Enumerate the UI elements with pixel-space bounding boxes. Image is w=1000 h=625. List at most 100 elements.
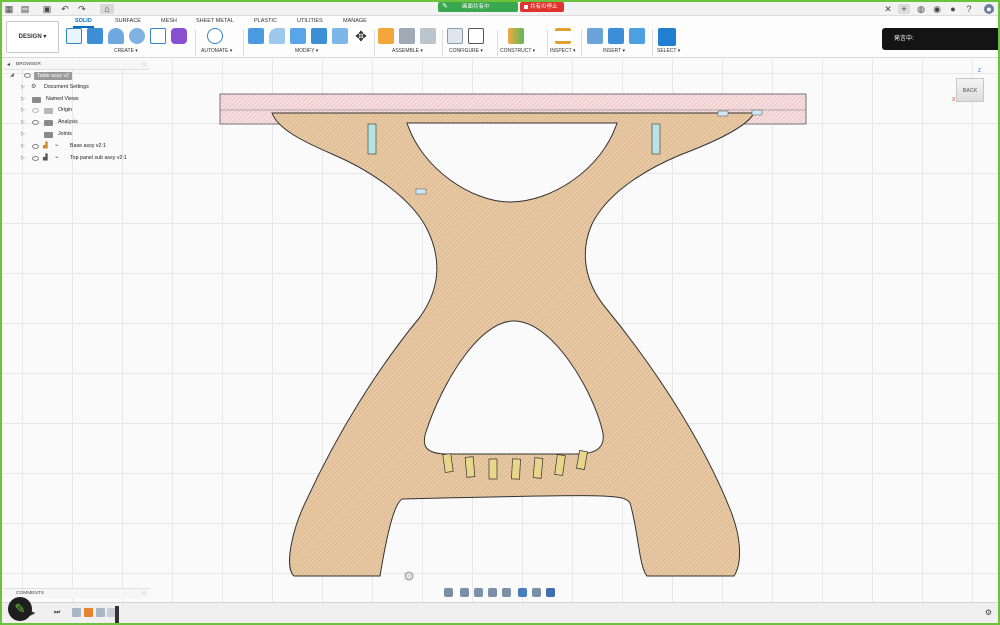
viewports-icon[interactable]	[546, 588, 555, 597]
tab-sheet-metal[interactable]: SHEET METAL	[196, 18, 234, 24]
pencil-icon[interactable]: ✎	[8, 597, 32, 621]
table-icon[interactable]	[468, 28, 484, 44]
eye-icon[interactable]	[32, 108, 39, 114]
gear-icon[interactable]: ◌	[142, 60, 146, 70]
tab-utilities[interactable]: UTILITIES	[297, 18, 323, 24]
eye-icon[interactable]	[32, 155, 39, 161]
joint-icon[interactable]	[399, 28, 415, 44]
assemble-menu[interactable]: ASSEMBLE ▾	[392, 48, 423, 54]
joint-marker[interactable]	[415, 188, 427, 195]
combine-icon[interactable]	[332, 28, 348, 44]
grid-icon[interactable]: ▦	[4, 4, 14, 14]
dowel[interactable]	[367, 123, 377, 155]
expand-icon[interactable]: ▷	[21, 117, 25, 129]
hole-icon[interactable]	[129, 28, 145, 44]
joint-marker[interactable]	[751, 109, 763, 116]
insert-derive-icon[interactable]	[587, 28, 603, 44]
step-end-icon[interactable]: ⏭	[54, 609, 60, 617]
timeline-marker[interactable]	[115, 606, 119, 623]
insert-mesh-icon[interactable]	[608, 28, 624, 44]
expand-icon[interactable]: ▷	[21, 141, 25, 153]
tab-solid[interactable]: SOLID	[73, 18, 94, 28]
dowel[interactable]	[651, 123, 661, 155]
expand-icon[interactable]: ▷	[21, 129, 25, 141]
move-icon[interactable]: ✥	[353, 28, 369, 44]
table-model[interactable]	[2, 59, 998, 602]
revolve-icon[interactable]	[108, 28, 124, 44]
close-icon[interactable]: ✕	[883, 4, 893, 14]
tab-surface[interactable]: SURFACE	[115, 18, 141, 24]
automate-menu[interactable]: AUTOMATE ▾	[201, 48, 232, 54]
user-icon[interactable]: ●	[984, 4, 994, 14]
tree-item-document-settings[interactable]: ▷ ⚙ Document Settings	[4, 82, 150, 94]
undo-icon[interactable]: ↶	[60, 4, 70, 14]
create-sketch-icon[interactable]	[66, 28, 82, 44]
shell-icon[interactable]	[311, 28, 327, 44]
online-status-icon[interactable]: ◉	[932, 4, 942, 14]
view-cube[interactable]: BACK	[956, 78, 984, 102]
construct-menu[interactable]: CONSTRUCT ▾	[500, 48, 535, 54]
zoom-window-icon[interactable]	[502, 588, 511, 597]
tree-item-analysis[interactable]: ▷ Analysis	[4, 117, 150, 129]
expand-icon[interactable]: ▷	[21, 153, 25, 165]
gear-icon[interactable]: ⚙	[985, 608, 992, 617]
insert-menu[interactable]: INSERT ▾	[603, 48, 625, 54]
gear-icon[interactable]: ◌	[142, 589, 146, 599]
tab-manage[interactable]: MANAGE	[343, 18, 367, 24]
save-icon[interactable]: ▣	[42, 4, 52, 14]
eye-icon[interactable]	[24, 73, 31, 78]
extrude-icon[interactable]	[87, 28, 103, 44]
pan-icon[interactable]	[474, 588, 483, 597]
tree-item-joints[interactable]: ▷ Joints	[4, 129, 150, 141]
measure-icon[interactable]	[555, 28, 571, 44]
stop-sharing-button[interactable]: 共有の停止	[520, 2, 564, 12]
orbit-icon[interactable]	[444, 588, 453, 597]
timeline-feature[interactable]	[84, 608, 93, 617]
tab-plastic[interactable]: PLASTIC	[254, 18, 277, 24]
file-icon[interactable]: ▤	[20, 4, 30, 14]
pattern-icon[interactable]	[150, 28, 166, 44]
help-icon[interactable]: ?	[964, 4, 974, 14]
expand-icon[interactable]: ▷	[21, 82, 25, 94]
tree-item-top-panel-sub-assy[interactable]: ▷ ▟ ⌁ Top panel sub assy v2:1	[4, 153, 150, 165]
modify-menu[interactable]: MODIFY ▾	[295, 48, 318, 54]
inspect-menu[interactable]: INSPECT ▾	[550, 48, 575, 54]
grid-settings-icon[interactable]	[532, 588, 541, 597]
eye-icon[interactable]	[32, 143, 39, 149]
chamfer-icon[interactable]	[290, 28, 306, 44]
bell-icon[interactable]: ●	[948, 4, 958, 14]
collapse-icon[interactable]: ◂	[7, 60, 10, 70]
canvas-icon[interactable]	[629, 28, 645, 44]
link-icon[interactable]: ⌁	[55, 141, 59, 153]
expand-icon[interactable]: ▷	[21, 94, 25, 106]
viewport-canvas[interactable]	[2, 59, 998, 602]
display-settings-icon[interactable]	[518, 588, 527, 597]
automate-icon[interactable]	[207, 28, 223, 44]
expand-icon[interactable]: ▷	[21, 105, 25, 117]
create-menu[interactable]: CREATE ▾	[114, 48, 138, 54]
eye-icon[interactable]	[32, 120, 39, 126]
browser-header[interactable]: ◂ BROWSER ◌	[4, 60, 150, 70]
comments-panel[interactable]: COMMENTS ◌	[4, 588, 150, 598]
tab-mesh[interactable]: MESH	[161, 18, 177, 24]
press-pull-icon[interactable]	[248, 28, 264, 44]
workspace-switcher[interactable]: DESIGN ▾	[6, 21, 59, 53]
tree-item-named-views[interactable]: ▷ Named Views	[4, 94, 150, 106]
tree-root[interactable]: ◢ Table assy v2	[4, 70, 150, 82]
construct-plane-icon[interactable]	[508, 28, 524, 44]
look-at-icon[interactable]	[460, 588, 469, 597]
plus-icon[interactable]: +	[898, 4, 910, 14]
as-built-joint-icon[interactable]	[420, 28, 436, 44]
redo-icon[interactable]: ↷	[77, 4, 87, 14]
home-icon[interactable]: ⌂	[100, 4, 114, 14]
select-cursor-icon[interactable]	[658, 28, 676, 46]
new-component-icon[interactable]	[378, 28, 394, 44]
fillet-icon[interactable]	[269, 28, 285, 44]
tree-item-base-assy[interactable]: ▷ ▟ ⌁ Base assy v2:1	[4, 141, 150, 153]
expand-icon[interactable]: ◢	[10, 70, 14, 82]
configure-icon[interactable]	[447, 28, 463, 44]
extensions-icon[interactable]: ◍	[916, 4, 926, 14]
timeline-feature[interactable]	[96, 608, 105, 617]
tree-item-origin[interactable]: ▷ Origin	[4, 105, 150, 117]
joint-marker[interactable]	[717, 110, 729, 117]
